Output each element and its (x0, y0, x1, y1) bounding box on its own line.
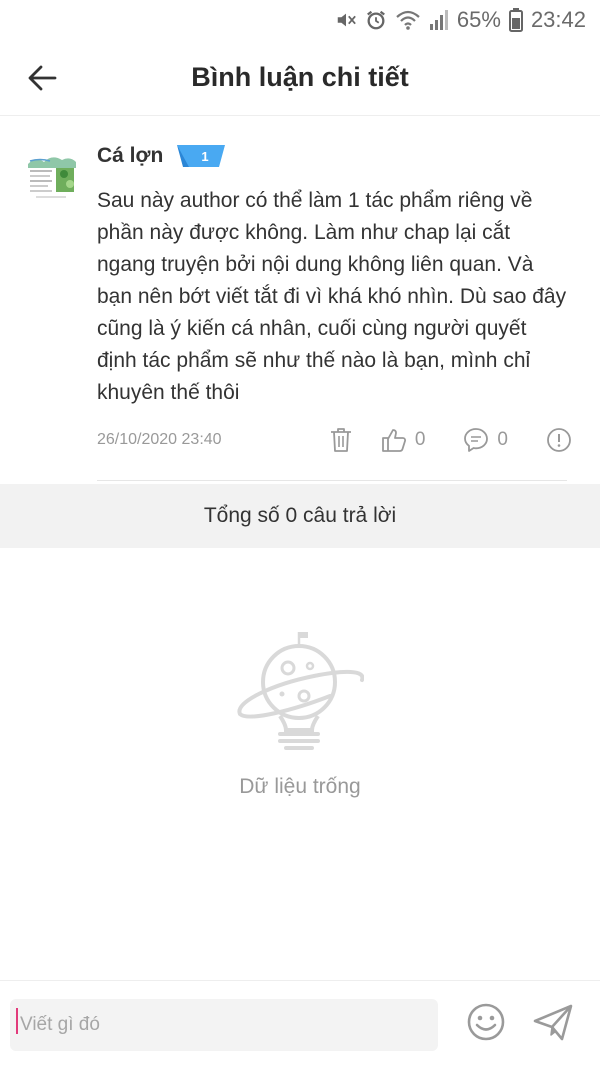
status-time: 23:42 (530, 7, 586, 32)
trash-icon (330, 428, 351, 452)
app-header: Bình luận chi tiết (0, 40, 600, 116)
report-icon (547, 428, 571, 452)
comment-input[interactable] (10, 999, 438, 1051)
comment-actions: 0 0 (329, 427, 572, 453)
comment-text: Sau này author có thể làm 1 tác phẩm riê… (97, 189, 567, 404)
empty-state-text: Dữ liệu trống (239, 775, 361, 798)
comment-meta: 26/10/2020 23:40 0 0 (97, 426, 572, 454)
reply-count: 0 (497, 429, 508, 450)
avatar-image (26, 150, 78, 206)
status-bar: 65% 23:42 (0, 0, 600, 40)
reply-button[interactable]: 0 (463, 427, 508, 453)
comment-timestamp: 26/10/2020 23:40 (97, 431, 222, 448)
delete-button[interactable] (329, 427, 353, 453)
alarm-icon (366, 10, 385, 30)
divider (97, 480, 567, 481)
emoji-button[interactable] (466, 1002, 506, 1042)
author-name[interactable]: Cá lợn (97, 144, 163, 168)
chat-bubble-icon (464, 428, 489, 452)
replies-summary: Tổng số 0 câu trả lời (0, 484, 600, 548)
avatar[interactable] (26, 150, 78, 206)
like-count: 0 (414, 429, 426, 450)
page-title: Bình luận chi tiết (191, 62, 409, 92)
report-button[interactable] (546, 427, 572, 453)
text-caret (16, 1008, 18, 1034)
planet-lightbulb-icon (237, 632, 364, 750)
send-button[interactable] (532, 1002, 574, 1042)
signal-icon (429, 10, 448, 30)
author-row: Cá lợn 1 (97, 144, 226, 168)
battery-icon (508, 8, 523, 32)
send-icon (533, 1004, 573, 1041)
level-badge: 1 (177, 145, 226, 167)
wifi-icon (396, 10, 420, 30)
level-number: 1 (202, 149, 209, 164)
smiley-icon (467, 1003, 505, 1041)
like-button[interactable]: 0 (381, 427, 426, 453)
mute-icon (337, 13, 356, 27)
battery-percent: 65% (456, 7, 501, 32)
thumbs-up-icon (381, 429, 406, 452)
comment-composer (0, 980, 600, 1067)
